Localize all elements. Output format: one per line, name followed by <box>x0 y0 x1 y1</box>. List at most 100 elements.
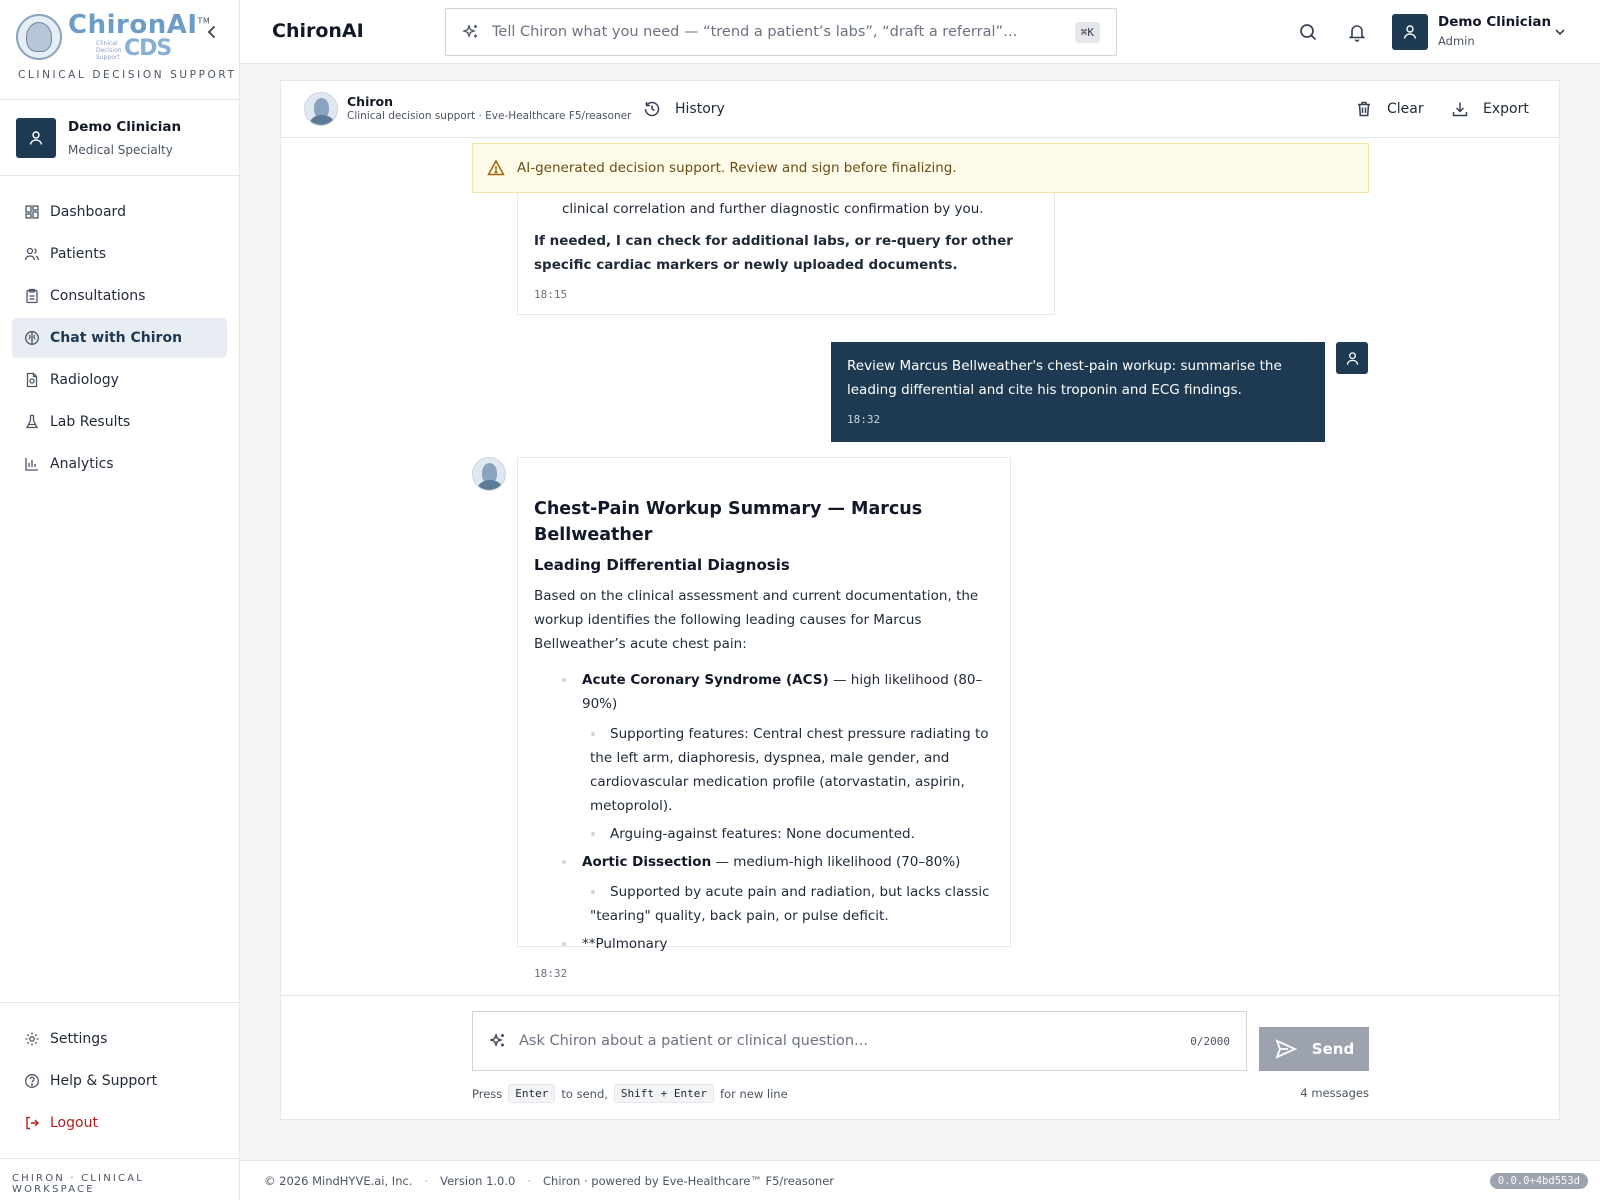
export-button[interactable]: Export <box>1451 97 1529 121</box>
sidebar-user-card[interactable]: Demo Clinician Medical Specialty <box>0 100 239 176</box>
message-text: clinical correlation and further diagnos… <box>562 201 984 217</box>
warning-icon <box>487 159 505 176</box>
sidebar-item-lab-results[interactable]: Lab Results <box>12 402 227 442</box>
clear-label: Clear <box>1387 101 1424 117</box>
sidebar-footer: CHIRON · CLINICAL WORKSPACE <box>0 1158 240 1200</box>
chiron-logo-icon <box>16 14 62 60</box>
scan-icon <box>26 372 38 388</box>
sidebar-item-label: Consultations <box>50 288 146 304</box>
sidebar-item-logout[interactable]: Logout <box>12 1103 228 1143</box>
notifications-button[interactable] <box>1347 22 1367 42</box>
chat-input[interactable]: Ask Chiron about a patient or clinical q… <box>472 1011 1247 1071</box>
collapse-sidebar-button[interactable] <box>202 22 222 42</box>
brand-cds: CDS <box>124 36 172 61</box>
sidebar-item-label: Logout <box>50 1115 98 1131</box>
character-count: 0/2000 <box>1190 1034 1230 1048</box>
command-bar-placeholder: Tell Chiron what you need — “trend a pat… <box>492 24 1018 40</box>
sidebar-item-chat-with-chiron[interactable]: Chat with Chiron <box>12 318 227 358</box>
brand: ChironAITM Clinical Decision Support CDS… <box>0 0 239 100</box>
app-title: ChironAI <box>272 20 364 42</box>
sidebar-item-label: Dashboard <box>50 204 126 220</box>
chat-message-assistant: clinical correlation and further diagnos… <box>517 193 1055 315</box>
sidebar-item-patients[interactable]: Patients <box>12 234 227 274</box>
chat-message-user: Review Marcus Bellweather's chest-pain w… <box>831 342 1325 442</box>
message-text: Based on the clinical assessment and cur… <box>534 588 979 652</box>
dashboard-icon <box>25 205 39 219</box>
hint-key-shift-enter: Shift + Enter <box>613 1084 715 1103</box>
message-timestamp: 18:32 <box>534 967 568 980</box>
sidebar-item-consultations[interactable]: Consultations <box>12 276 227 316</box>
user-menu[interactable]: Demo Clinician Admin <box>1392 14 1582 52</box>
sidebar-item-label: Help & Support <box>50 1073 158 1089</box>
send-button[interactable]: Send <box>1259 1027 1369 1071</box>
users-icon <box>24 247 40 261</box>
list-item: Supporting features: Central chest press… <box>534 722 994 818</box>
sidebar-item-label: Chat with Chiron <box>50 330 183 346</box>
list-item: Arguing-against features: None documente… <box>534 822 994 846</box>
message-text: If needed, I can check for additional la… <box>534 233 1013 273</box>
sidebar-item-settings[interactable]: Settings <box>12 1019 228 1059</box>
message-timestamp: 18:32 <box>847 413 881 426</box>
topbar: ChironAI Tell Chiron what you need — “tr… <box>240 0 1600 64</box>
command-shortcut: ⌘K <box>1074 21 1100 43</box>
sidebar-item-label: Patients <box>50 246 107 262</box>
search-icon <box>1300 24 1317 41</box>
sidebar-user-name: Demo Clinician <box>68 119 182 135</box>
history-button[interactable]: History <box>643 97 725 121</box>
user-icon <box>1403 25 1417 39</box>
chiron-avatar <box>304 92 338 126</box>
brain-icon <box>25 331 39 345</box>
message-subheading: Leading Differential Diagnosis <box>534 556 790 574</box>
avatar <box>16 118 56 158</box>
sparkles-icon <box>462 24 477 38</box>
user-menu-name: Demo Clinician <box>1438 14 1552 30</box>
warning-text: AI-generated decision support. Review an… <box>517 160 957 176</box>
bell-icon <box>1348 25 1366 42</box>
composer-divider <box>281 995 1559 996</box>
sidebar-item-dashboard[interactable]: Dashboard <box>12 192 227 232</box>
search-button[interactable] <box>1298 22 1318 42</box>
sidebar-item-help[interactable]: Help & Support <box>12 1061 228 1101</box>
page-footer: © 2026 MindHYVE.ai, Inc. · Version 1.0.0… <box>240 1160 1600 1200</box>
sidebar-item-label: Radiology <box>50 372 119 388</box>
ai-warning-banner: AI-generated decision support. Review an… <box>472 143 1369 193</box>
message-text: Review Marcus Bellweather's chest-pain w… <box>847 358 1282 398</box>
trash-icon <box>1358 101 1370 117</box>
sidebar-item-label: Lab Results <box>50 414 131 430</box>
chat-bot-subtitle: Clinical decision support · Eve-Healthca… <box>347 110 632 122</box>
brand-tagline: CLINICAL DECISION SUPPORT <box>18 69 237 81</box>
chevron-left-icon <box>207 25 216 39</box>
user-icon <box>1346 351 1358 365</box>
build-badge: 0.0.0+4bd553d <box>1489 1173 1588 1189</box>
hint-text: to send, <box>561 1086 608 1101</box>
sidebar: ChironAITM Clinical Decision Support CDS… <box>0 0 240 1200</box>
chat-header: Chiron Clinical decision support · Eve-H… <box>281 81 1559 138</box>
footer-version: Version 1.0.0 <box>440 1173 516 1188</box>
user-menu-role: Admin <box>1438 34 1475 48</box>
message-heading: Chest-Pain Workup Summary — Marcus Bellw… <box>534 499 923 545</box>
user-icon <box>29 131 43 145</box>
list-item: **Pulmonary <box>534 932 994 956</box>
sidebar-nav: Dashboard Patients Consultations Chat wi… <box>12 192 227 486</box>
download-icon <box>1452 102 1468 117</box>
list-item: Aortic Dissection — medium-high likeliho… <box>534 850 994 874</box>
logout-icon <box>26 1116 39 1130</box>
export-label: Export <box>1483 101 1529 117</box>
message-count: 4 messages <box>1300 1086 1369 1100</box>
help-icon <box>25 1074 39 1088</box>
send-icon <box>1275 1039 1298 1059</box>
sidebar-bottom-nav: Settings Help & Support Logout <box>0 1002 240 1145</box>
footer-copyright: © 2026 MindHYVE.ai, Inc. <box>264 1173 413 1188</box>
clear-button[interactable]: Clear <box>1355 97 1424 121</box>
sidebar-user-role: Medical Specialty <box>68 143 173 157</box>
gear-icon <box>25 1032 39 1046</box>
command-bar[interactable]: Tell Chiron what you need — “trend a pat… <box>445 8 1117 56</box>
hint-key-enter: Enter <box>508 1084 556 1103</box>
chat-input-placeholder: Ask Chiron about a patient or clinical q… <box>519 1033 868 1049</box>
chevron-down-icon <box>1555 29 1565 36</box>
sparkles-icon <box>489 1033 504 1047</box>
sidebar-item-radiology[interactable]: Radiology <box>12 360 227 400</box>
chat-panel: Chiron Clinical decision support · Eve-H… <box>280 80 1560 1120</box>
message-timestamp: 18:15 <box>534 288 568 301</box>
sidebar-item-analytics[interactable]: Analytics <box>12 444 227 484</box>
